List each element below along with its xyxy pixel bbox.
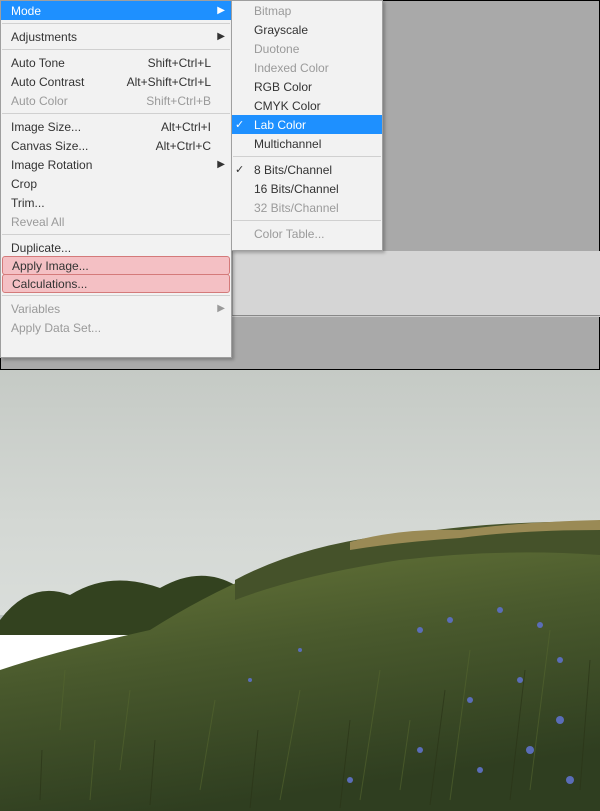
menu-separator xyxy=(2,295,230,296)
menu-separator xyxy=(2,234,230,235)
submenu-arrow-icon: ▶ xyxy=(217,160,225,170)
mode-multichannel[interactable]: Multichannel xyxy=(232,134,382,153)
shortcut: Shift+Ctrl+B xyxy=(146,94,211,108)
submenu-arrow-icon: ▶ xyxy=(217,304,225,314)
menu-separator xyxy=(2,23,230,24)
menu-crop[interactable]: Crop xyxy=(1,174,231,193)
menu-separator xyxy=(2,113,230,114)
checkmark-icon: ✓ xyxy=(235,118,244,131)
mode-bitmap: Bitmap xyxy=(232,1,382,20)
menu-apply-data-set: Apply Data Set... xyxy=(1,318,231,337)
menu-apply-image[interactable]: Apply Image... xyxy=(2,256,230,275)
submenu-arrow-icon: ▶ xyxy=(217,32,225,42)
menu-image-rotation[interactable]: Image Rotation ▶ xyxy=(1,155,231,174)
shortcut: Alt+Ctrl+I xyxy=(161,120,211,134)
menu-separator xyxy=(233,220,381,221)
shortcut: Alt+Shift+Ctrl+L xyxy=(127,75,211,89)
menu-variables-label: Variables xyxy=(11,302,211,316)
landscape-photo xyxy=(0,370,600,811)
mode-submenu: Bitmap Grayscale Duotone Indexed Color R… xyxy=(231,0,383,251)
mode-16bits[interactable]: 16 Bits/Channel xyxy=(232,179,382,198)
menu-adjustments-label: Adjustments xyxy=(11,30,211,44)
mode-lab[interactable]: ✓ Lab Color xyxy=(232,115,382,134)
menu-calculations-label: Calculations... xyxy=(12,277,209,291)
menu-auto-color-label: Auto Color xyxy=(11,94,146,108)
mode-grayscale[interactable]: Grayscale xyxy=(232,20,382,39)
menu-image-size-label: Image Size... xyxy=(11,120,161,134)
menu-auto-color: Auto Color Shift+Ctrl+B xyxy=(1,91,231,110)
shortcut: Alt+Ctrl+C xyxy=(156,139,211,153)
mode-8bits[interactable]: ✓ 8 Bits/Channel xyxy=(232,160,382,179)
image-menu: Mode ▶ Adjustments ▶ Auto Tone Shift+Ctr… xyxy=(0,0,232,358)
menu-adjustments[interactable]: Adjustments ▶ xyxy=(1,27,231,46)
menu-auto-tone[interactable]: Auto Tone Shift+Ctrl+L xyxy=(1,53,231,72)
menu-reveal-all: Reveal All xyxy=(1,212,231,231)
menu-image-size[interactable]: Image Size... Alt+Ctrl+I xyxy=(1,117,231,136)
menu-reveal-all-label: Reveal All xyxy=(11,215,211,229)
menu-image-rotation-label: Image Rotation xyxy=(11,158,211,172)
menu-separator xyxy=(2,49,230,50)
menu-calculations[interactable]: Calculations... xyxy=(2,274,230,293)
document-area xyxy=(233,251,600,315)
menu-duplicate[interactable]: Duplicate... xyxy=(1,238,231,257)
menu-separator xyxy=(233,156,381,157)
menu-trim[interactable]: Trim... xyxy=(1,193,231,212)
shortcut: Shift+Ctrl+L xyxy=(148,56,211,70)
menu-variables: Variables ▶ xyxy=(1,299,231,318)
menu-canvas-size[interactable]: Canvas Size... Alt+Ctrl+C xyxy=(1,136,231,155)
submenu-arrow-icon: ▶ xyxy=(217,6,225,16)
checkmark-icon: ✓ xyxy=(235,163,244,176)
menu-canvas-size-label: Canvas Size... xyxy=(11,139,156,153)
menu-auto-contrast[interactable]: Auto Contrast Alt+Shift+Ctrl+L xyxy=(1,72,231,91)
menu-mode-label: Mode xyxy=(11,4,211,18)
panel-divider xyxy=(232,315,600,317)
menu-mode[interactable]: Mode ▶ xyxy=(1,1,231,20)
mode-color-table: Color Table... xyxy=(232,224,382,243)
mode-cmyk[interactable]: CMYK Color xyxy=(232,96,382,115)
mode-indexed: Indexed Color xyxy=(232,58,382,77)
mode-32bits: 32 Bits/Channel xyxy=(232,198,382,217)
menu-trim-label: Trim... xyxy=(11,196,211,210)
menu-apply-data-set-label: Apply Data Set... xyxy=(11,321,211,335)
mode-rgb[interactable]: RGB Color xyxy=(232,77,382,96)
mode-duotone: Duotone xyxy=(232,39,382,58)
menu-crop-label: Crop xyxy=(11,177,211,191)
menu-auto-contrast-label: Auto Contrast xyxy=(11,75,127,89)
menu-duplicate-label: Duplicate... xyxy=(11,241,211,255)
menu-apply-image-label: Apply Image... xyxy=(12,259,209,273)
menu-auto-tone-label: Auto Tone xyxy=(11,56,148,70)
